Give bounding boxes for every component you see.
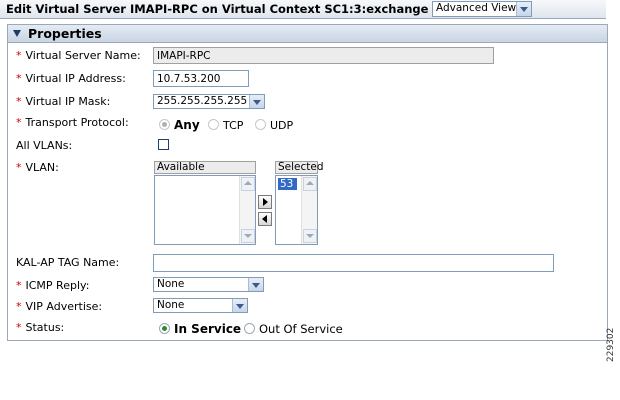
selected-vlan-item[interactable]: 53 <box>278 178 297 190</box>
required-marker: * <box>16 161 22 174</box>
status-out-of-service-label: Out Of Service <box>259 322 343 336</box>
transport-any-radio[interactable] <box>159 119 170 130</box>
move-right-button[interactable] <box>258 195 272 209</box>
select-value: None <box>157 299 185 311</box>
section-title: Properties <box>28 26 102 41</box>
required-marker: * <box>16 72 22 85</box>
chevron-down-icon[interactable] <box>249 95 264 108</box>
chevron-down-icon[interactable] <box>248 278 263 291</box>
transport-any-label: Any <box>174 118 200 132</box>
required-marker: * <box>16 279 22 292</box>
label-text: VLAN: <box>25 161 59 174</box>
figure-number: 229302 <box>606 327 616 362</box>
all-vlans-checkbox[interactable] <box>158 139 169 150</box>
scroll-down-icon[interactable] <box>303 229 317 243</box>
select-value: None <box>157 278 185 290</box>
virtual-server-name-field: IMAPI-RPC <box>153 47 494 64</box>
selected-header: Selected <box>275 161 324 174</box>
available-header: Available <box>154 161 256 174</box>
required-marker: * <box>16 95 22 108</box>
available-vlan-list[interactable] <box>154 175 256 245</box>
transport-tcp-label: TCP <box>223 119 244 132</box>
transport-udp-label: UDP <box>270 119 294 132</box>
scroll-down-icon[interactable] <box>241 229 255 243</box>
required-marker: * <box>16 49 22 62</box>
kal-ap-tag-name-label: KAL-AP TAG Name: <box>16 256 120 269</box>
status-in-service-radio[interactable] <box>159 323 170 334</box>
select-value: 255.255.255.255 <box>157 95 248 107</box>
collapse-triangle-icon[interactable] <box>13 30 21 37</box>
required-marker: * <box>16 116 22 129</box>
required-marker: * <box>16 321 22 334</box>
move-left-button[interactable] <box>258 212 272 226</box>
virtual-ip-mask-label: * Virtual IP Mask: <box>16 95 110 108</box>
label-text: Virtual IP Address: <box>25 72 126 85</box>
scroll-up-icon[interactable] <box>303 177 317 191</box>
kal-ap-tag-name-field[interactable] <box>153 254 554 272</box>
label-text: Virtual Server Name: <box>25 49 141 62</box>
label-text: VIP Advertise: <box>25 300 103 313</box>
icmp-reply-select[interactable]: None <box>153 277 264 292</box>
label-text: Status: <box>25 321 65 334</box>
virtual-ip-address-label: * Virtual IP Address: <box>16 72 126 85</box>
chevron-down-icon[interactable] <box>232 299 247 312</box>
virtual-ip-address-field[interactable]: 10.7.53.200 <box>153 70 249 87</box>
all-vlans-label: All VLANs: <box>16 139 73 152</box>
label-text: Transport Protocol: <box>25 116 129 129</box>
view-select[interactable]: Advanced View <box>432 1 532 17</box>
transport-tcp-radio[interactable] <box>208 119 219 130</box>
transport-udp-radio[interactable] <box>255 119 266 130</box>
label-text: ICMP Reply: <box>25 279 90 292</box>
available-scrollbar[interactable] <box>239 176 255 244</box>
virtual-ip-mask-select[interactable]: 255.255.255.255 <box>153 94 265 109</box>
icmp-reply-label: * ICMP Reply: <box>16 279 89 292</box>
status-in-service-label: In Service <box>174 322 242 336</box>
label-text: Virtual IP Mask: <box>25 95 111 108</box>
properties-section-header[interactable]: Properties <box>7 24 608 43</box>
selected-vlan-list[interactable]: 53 <box>275 175 318 245</box>
vip-advertise-select[interactable]: None <box>153 298 248 313</box>
chevron-down-icon[interactable] <box>516 2 531 16</box>
selected-scrollbar[interactable] <box>301 176 317 244</box>
transport-protocol-label: * Transport Protocol: <box>16 116 129 129</box>
page-title: Edit Virtual Server IMAPI-RPC on Virtual… <box>6 2 429 16</box>
virtual-server-name-label: * Virtual Server Name: <box>16 49 141 62</box>
status-label: * Status: <box>16 321 64 334</box>
vip-advertise-label: * VIP Advertise: <box>16 300 102 313</box>
title-bar: Edit Virtual Server IMAPI-RPC on Virtual… <box>0 0 606 19</box>
required-marker: * <box>16 300 22 313</box>
view-select-value: Advanced View <box>436 2 517 14</box>
status-out-of-service-radio[interactable] <box>244 323 255 334</box>
vlan-label: * VLAN: <box>16 161 59 174</box>
scroll-up-icon[interactable] <box>241 177 255 191</box>
